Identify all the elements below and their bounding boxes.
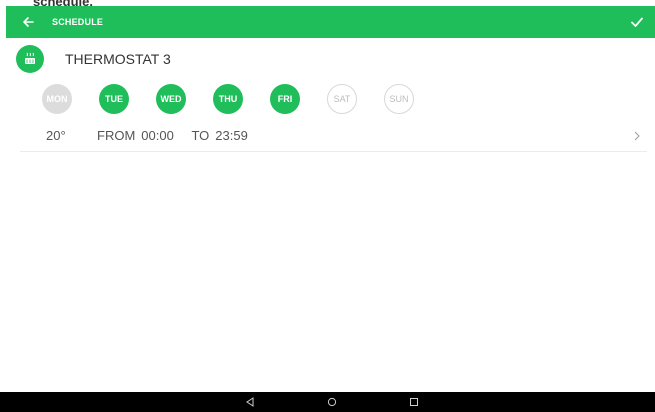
time-range: FROM 00:00 TO 23:59 [97, 128, 254, 143]
app-bar: SCHEDULE [6, 6, 655, 38]
left-frame [0, 0, 6, 392]
device-name: THERMOSTAT 3 [65, 51, 171, 67]
arrow-left-icon[interactable] [16, 10, 40, 34]
day-mon[interactable]: MON [42, 84, 72, 114]
temperature-value: 20° [46, 128, 66, 143]
day-sun[interactable]: SUN [384, 84, 414, 114]
day-fri[interactable]: FRI [270, 84, 300, 114]
day-thu[interactable]: THU [213, 84, 243, 114]
schedule-row[interactable]: 20° FROM 00:00 TO 23:59 [20, 120, 647, 152]
from-label: FROM [97, 128, 136, 143]
chevron-right-icon [631, 128, 643, 144]
device-header: THERMOSTAT 3 [16, 45, 171, 73]
day-tue[interactable]: TUE [99, 84, 129, 114]
check-icon[interactable] [625, 10, 649, 34]
nav-recents-icon[interactable] [408, 396, 420, 408]
from-time: 00:00 [141, 128, 174, 143]
to-time: 23:59 [215, 128, 248, 143]
day-wed[interactable]: WED [156, 84, 186, 114]
page-title: SCHEDULE [52, 17, 104, 27]
heater-icon [16, 45, 44, 73]
nav-back-icon[interactable] [244, 396, 256, 408]
system-nav-bar [0, 392, 655, 412]
nav-home-icon[interactable] [326, 396, 338, 408]
day-sat[interactable]: SAT [327, 84, 357, 114]
to-label: TO [191, 128, 210, 143]
day-selector: MON TUE WED THU FRI SAT SUN [42, 84, 441, 114]
